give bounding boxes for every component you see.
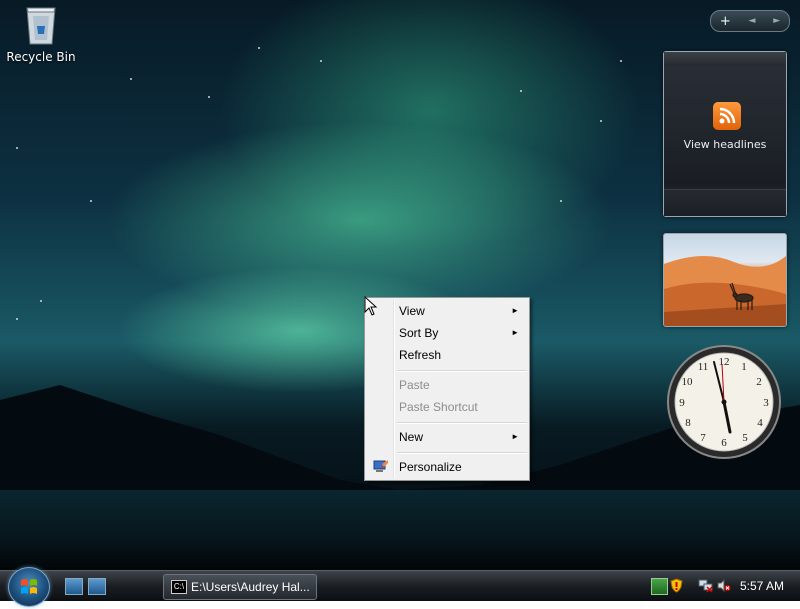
gadget-bottom-bar: [664, 189, 786, 216]
taskbar-button-command-prompt[interactable]: C:\ E:\Users\Audrey Hal...: [163, 574, 317, 600]
desktop-context-menu: View ► Sort By ► Refresh Paste Paste Sho…: [364, 297, 530, 481]
sidebar-controls: + ◄ ►: [710, 10, 790, 32]
svg-text:3: 3: [763, 397, 769, 409]
volume-muted-icon[interactable]: [716, 578, 731, 593]
submenu-arrow-icon: ►: [511, 328, 519, 337]
svg-text:1: 1: [741, 361, 747, 373]
svg-text:5: 5: [742, 432, 748, 444]
recycle-bin-label: Recycle Bin: [6, 50, 76, 64]
svg-text:7: 7: [700, 432, 706, 444]
menu-separator: [397, 422, 527, 424]
menu-item-paste-shortcut[interactable]: Paste Shortcut: [367, 397, 527, 417]
menu-item-sort-by[interactable]: Sort By ►: [367, 323, 527, 343]
menu-item-refresh[interactable]: Refresh: [367, 345, 527, 365]
taskbar-button-label: E:\Users\Audrey Hal...: [191, 580, 310, 594]
svg-text:6: 6: [721, 437, 727, 449]
start-button[interactable]: [8, 567, 50, 607]
network-icon[interactable]: [698, 578, 713, 593]
menu-item-label: Sort By: [399, 326, 439, 340]
submenu-arrow-icon: ►: [511, 306, 519, 315]
slideshow-gadget[interactable]: [663, 233, 787, 327]
analog-clock-gadget[interactable]: 12 1 2 345 678 9 10 11: [667, 342, 781, 462]
rss-icon: [713, 102, 741, 130]
security-shield-icon[interactable]: [669, 578, 684, 593]
svg-text:4: 4: [757, 417, 763, 429]
menu-item-paste[interactable]: Paste: [367, 375, 527, 395]
menu-item-label: Paste Shortcut: [399, 400, 478, 414]
lake-reflection: [0, 490, 800, 570]
recycle-bin-icon: [23, 2, 59, 46]
gadget-top-bar: [664, 52, 786, 66]
previous-page-button[interactable]: ◄: [749, 16, 756, 26]
svg-text:11: 11: [698, 361, 709, 373]
taskbar-clock[interactable]: 5:57 AM: [740, 571, 784, 601]
svg-text:9: 9: [679, 397, 685, 409]
svg-text:12: 12: [719, 356, 730, 368]
show-desktop-icon[interactable]: [65, 578, 83, 595]
windows-sidebar-icon[interactable]: [651, 578, 668, 595]
oryx-desert-photo: [664, 255, 786, 326]
command-prompt-icon: C:\: [171, 580, 187, 594]
submenu-arrow-icon: ►: [511, 432, 519, 441]
svg-text:8: 8: [685, 417, 691, 429]
menu-item-view[interactable]: View ►: [367, 301, 527, 321]
menu-item-label: New: [399, 430, 424, 444]
add-gadget-button[interactable]: +: [720, 14, 731, 29]
taskbar: C:\ E:\Users\Audrey Hal... 5:57 AM: [0, 567, 800, 607]
menu-item-label: Personalize: [399, 460, 462, 474]
menu-item-label: View: [399, 304, 425, 318]
feed-headlines-gadget[interactable]: View headlines: [663, 51, 787, 217]
svg-text:10: 10: [682, 376, 694, 388]
mouse-pointer-icon: [364, 296, 378, 316]
next-page-button[interactable]: ►: [773, 16, 780, 26]
svg-text:2: 2: [756, 376, 762, 388]
menu-item-new[interactable]: New ►: [367, 427, 527, 447]
windows-logo-icon: [21, 579, 37, 594]
menu-item-personalize[interactable]: Personalize: [367, 457, 527, 477]
menu-separator: [397, 452, 527, 454]
switch-windows-icon[interactable]: [88, 578, 106, 595]
view-headlines-link[interactable]: View headlines: [664, 138, 786, 151]
menu-separator: [397, 370, 527, 372]
menu-item-label: Paste: [399, 378, 430, 392]
menu-item-label: Refresh: [399, 348, 442, 362]
personalize-icon: [373, 459, 389, 473]
recycle-bin-shortcut[interactable]: Recycle Bin: [6, 2, 76, 64]
